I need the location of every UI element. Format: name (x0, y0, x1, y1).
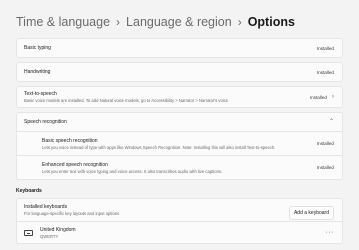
enhanced-speech-recognition-status: Installed (316, 165, 334, 170)
handwriting-title: Handwriting (24, 69, 51, 75)
keyboard-layout: QWERTY (40, 233, 59, 239)
add-keyboard-button[interactable]: Add a keyboard (288, 206, 334, 220)
keyboard-item-united-kingdom: United Kingdom QWERTY ··· (16, 222, 343, 244)
keyboard-icon (24, 229, 33, 236)
text-to-speech-status: Installed (309, 94, 327, 100)
enhanced-speech-recognition-row: Enhanced speech recognition Lets you ent… (16, 156, 343, 180)
keyboards-section-label: Keyboards (16, 188, 42, 194)
keyboard-name: United Kingdom (40, 226, 76, 233)
breadcrumb-separator: › (116, 15, 121, 29)
basic-typing-card: Basic typing Installed (16, 38, 343, 58)
text-to-speech-card[interactable]: Text-to-speech Basic voice models are in… (16, 86, 343, 108)
installed-keyboards-title: Installed keyboards (24, 204, 68, 210)
installed-keyboards-description: For language-specific key layouts and in… (24, 211, 120, 216)
page-title: Options (247, 15, 295, 29)
text-to-speech-title: Text-to-speech (24, 91, 57, 97)
speech-recognition-header[interactable]: Speech recognition ⌃ (16, 112, 343, 132)
more-options-icon[interactable]: ··· (326, 229, 335, 236)
chevron-up-icon: ⌃ (328, 119, 334, 125)
basic-speech-recognition-title: Basic speech recognition (42, 137, 98, 144)
breadcrumb-time-language[interactable]: Time & language (16, 14, 110, 30)
breadcrumb: Time & language › Language & region › Op… (16, 14, 295, 30)
enhanced-speech-recognition-description: Lets you enter text with voice typing an… (42, 168, 223, 174)
installed-keyboards-card: Installed keyboards For language-specifi… (16, 198, 343, 222)
handwriting-status: Installed (316, 69, 334, 75)
speech-recognition-title: Speech recognition (24, 119, 67, 125)
basic-speech-recognition-row: Basic speech recognition Lets you voice … (16, 132, 343, 156)
breadcrumb-separator: › (237, 15, 242, 29)
enhanced-speech-recognition-title: Enhanced speech recognition (42, 161, 108, 168)
basic-speech-recognition-status: Installed (316, 141, 334, 146)
breadcrumb-language-region[interactable]: Language & region (126, 14, 232, 30)
chevron-right-icon: › (332, 94, 334, 100)
basic-speech-recognition-description: Lets you voice instead of type with apps… (42, 144, 276, 150)
text-to-speech-description: Basic voice models are installed. To add… (24, 98, 229, 103)
handwriting-card: Handwriting Installed (16, 62, 343, 82)
basic-typing-title: Basic typing (24, 45, 51, 51)
basic-typing-status: Installed (316, 45, 334, 51)
